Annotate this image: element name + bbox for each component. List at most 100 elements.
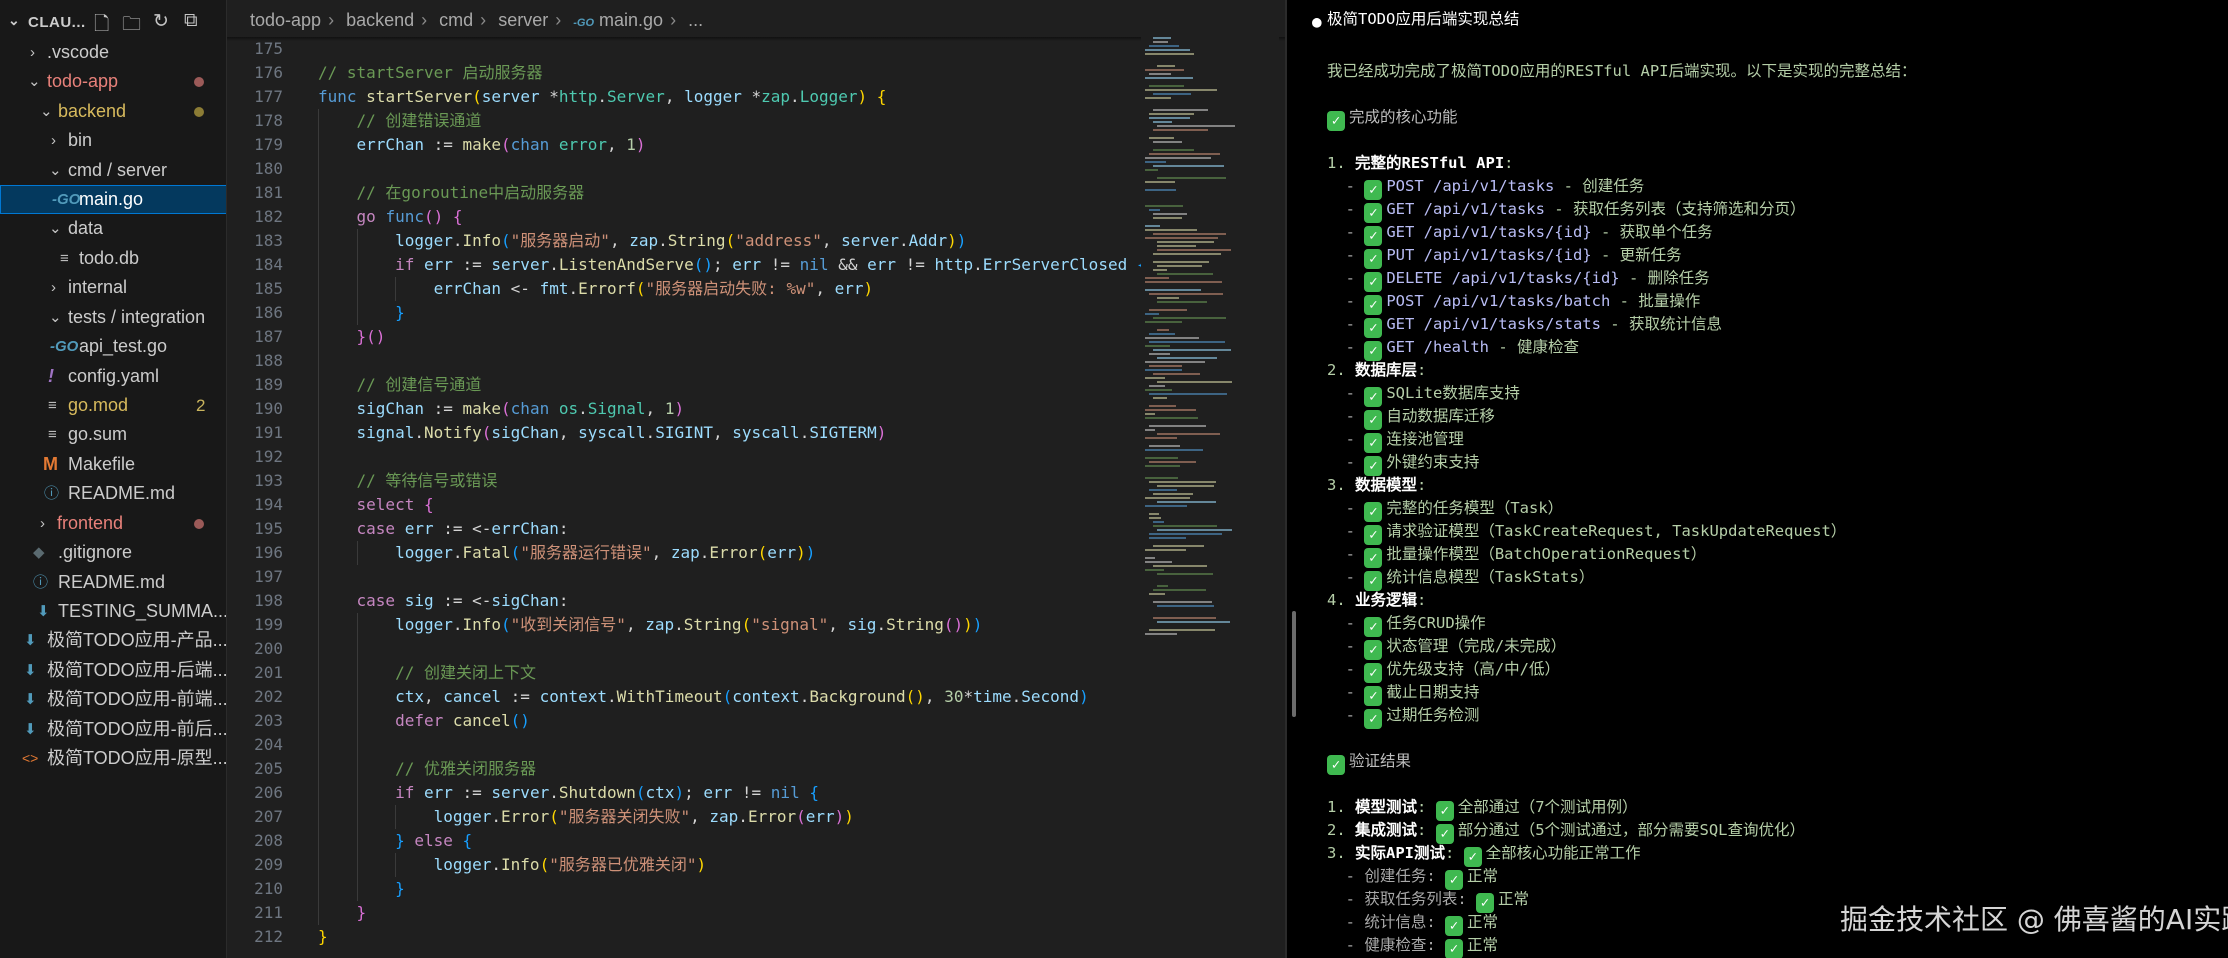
code-token: . bbox=[549, 783, 559, 802]
code-line[interactable]: errChan := make(chan error, 1) bbox=[318, 133, 646, 157]
tree-item-go-sum[interactable]: ≡ go.sum bbox=[0, 420, 226, 449]
tree-item-vscode[interactable]: › .vscode bbox=[0, 38, 226, 67]
minimap-line bbox=[1149, 445, 1180, 447]
code-line[interactable]: } bbox=[318, 901, 367, 925]
code-line[interactable]: logger.Info("收到关闭信号", zap.String("signal… bbox=[318, 613, 982, 637]
line-number: 175 bbox=[254, 39, 283, 58]
code-token: Error bbox=[709, 543, 758, 562]
refresh-icon[interactable]: ↻ bbox=[153, 10, 169, 33]
code-token: logger bbox=[395, 543, 453, 562]
breadcrumb-item[interactable]: server bbox=[498, 10, 548, 30]
code-line[interactable]: // 等待信号或错误 bbox=[318, 469, 498, 493]
code-line[interactable]: sigChan := make(chan os.Signal, 1) bbox=[318, 397, 685, 421]
code-line[interactable]: logger.Info("服务器已优雅关闭") bbox=[318, 853, 707, 877]
code-line[interactable]: logger.Info("服务器启动", zap.String("address… bbox=[318, 229, 966, 253]
code-token: cancel bbox=[452, 711, 511, 730]
code-line[interactable]: // 在goroutine中启动服务器 bbox=[318, 181, 585, 205]
code-line[interactable]: } bbox=[318, 925, 328, 949]
tree-item-internal[interactable]: › internal bbox=[0, 273, 226, 302]
code-line[interactable]: if err := server.Shutdown(ctx); err != n… bbox=[318, 781, 819, 805]
breadcrumb-item[interactable]: backend bbox=[346, 10, 414, 30]
breadcrumb-item[interactable]: main.go bbox=[599, 10, 663, 30]
tree-item-makefile[interactable]: M Makefile bbox=[0, 450, 226, 479]
terminal-text: 模型测试 bbox=[1355, 798, 1418, 816]
code-line[interactable]: select { bbox=[318, 493, 434, 517]
tree-item-todo-db[interactable]: ≡ todo.db bbox=[0, 244, 226, 273]
terminal-text: 完整的任务模型（Task） bbox=[1386, 499, 1564, 517]
code-line[interactable]: go func() { bbox=[318, 205, 463, 229]
tree-item-doc-backend[interactable]: ⬇ 极简TODO应用-后端... bbox=[0, 656, 226, 685]
tree-item-bin[interactable]: › bin bbox=[0, 126, 226, 155]
tree-item-doc-product[interactable]: ⬇ 极简TODO应用-产品... bbox=[0, 626, 226, 655]
tree-item-main-go[interactable]: -GO main.go bbox=[0, 185, 226, 214]
breadcrumb-item[interactable]: todo-app bbox=[250, 10, 321, 30]
tree-item-label: frontend bbox=[57, 513, 124, 533]
tree-item-cmd-server[interactable]: ⌄ cmd / server bbox=[0, 156, 226, 185]
code-line[interactable]: // 创建关闭上下文 bbox=[318, 661, 536, 685]
tree-item-testing-summary[interactable]: ⬇ TESTING_SUMMA... bbox=[0, 597, 226, 626]
terminal-text: 业务逻辑 bbox=[1355, 591, 1418, 609]
code-token: { bbox=[809, 783, 819, 802]
code-line[interactable]: // 创建错误通道 bbox=[318, 109, 482, 133]
code-line[interactable]: if err := server.ListenAndServe(); err !… bbox=[318, 253, 1146, 277]
code-token: Fatal bbox=[462, 543, 511, 562]
tree-item-gitignore[interactable]: ◆ .gitignore bbox=[0, 538, 226, 567]
tree-item-doc-fullstack[interactable]: ⬇ 极简TODO应用-前后... bbox=[0, 715, 226, 744]
code-line[interactable]: }() bbox=[318, 325, 386, 349]
code-line[interactable]: } else { bbox=[318, 829, 472, 853]
breadcrumb-item[interactable]: ... bbox=[688, 10, 703, 30]
collapse-all-icon[interactable]: ⧉ bbox=[184, 10, 198, 32]
code-line[interactable]: logger.Error("服务器关闭失败", zap.Error(err)) bbox=[318, 805, 854, 829]
chevron-down-icon[interactable]: ⌄ bbox=[8, 12, 20, 29]
minimap-line bbox=[1149, 45, 1179, 47]
tree-item-frontend[interactable]: › frontend bbox=[0, 509, 226, 538]
code-line[interactable]: case err := <-errChan: bbox=[318, 517, 569, 541]
tree-item-config-yaml[interactable]: ! config.yaml bbox=[0, 362, 226, 391]
chevron-right-icon: › bbox=[480, 10, 487, 30]
code-line[interactable]: errChan <- fmt.Errorf("服务器启动失败: %w", err… bbox=[318, 277, 874, 301]
code-line[interactable]: } bbox=[318, 877, 405, 901]
code-line[interactable]: case sig := <-sigChan: bbox=[318, 589, 569, 613]
tree-item-backend[interactable]: ⌄ backend bbox=[0, 97, 226, 126]
code-line[interactable]: signal.Notify(sigChan, syscall.SIGINT, s… bbox=[318, 421, 887, 445]
claude-terminal-panel[interactable]: ● 极简TODO应用后端实现总结 我已经成功完成了极简TODO应用的RESTfu… bbox=[1287, 0, 2228, 958]
code-token: // 创建信号通道 bbox=[356, 375, 482, 394]
tree-item-readme[interactable]: ⓘ README.md bbox=[0, 568, 226, 597]
tree-item-api-test-go[interactable]: -GO api_test.go bbox=[0, 332, 226, 361]
minimap-line bbox=[1149, 629, 1215, 631]
terminal-text: - bbox=[1327, 683, 1365, 701]
tree-item-data[interactable]: ⌄ data bbox=[0, 214, 226, 243]
code-line[interactable]: func startServer(server *http.Server, lo… bbox=[318, 85, 886, 109]
tree-item-doc-frontend[interactable]: ⬇ 极简TODO应用-前端... bbox=[0, 685, 226, 714]
info-icon: ⓘ bbox=[33, 574, 49, 591]
code-line[interactable]: } bbox=[318, 301, 405, 325]
scrollbar[interactable] bbox=[1292, 611, 1296, 717]
chevron-right-icon: › bbox=[670, 10, 677, 30]
tree-item-readme-backend[interactable]: ⓘ README.md bbox=[0, 479, 226, 508]
minimap-line bbox=[1149, 353, 1171, 355]
tree-item-todo-app[interactable]: ⌄ todo-app bbox=[0, 67, 226, 96]
workspace-title[interactable]: CLAU... bbox=[28, 14, 86, 31]
minimap-line bbox=[1153, 565, 1208, 567]
code-line[interactable]: // 优雅关闭服务器 bbox=[318, 757, 536, 781]
code-line[interactable]: // startServer 启动服务器 bbox=[318, 61, 543, 85]
tree-item-go-mod[interactable]: ≡ go.mod 2 bbox=[0, 391, 226, 420]
tree-item-tests-integration[interactable]: ⌄ tests / integration bbox=[0, 303, 226, 332]
code-line[interactable]: defer cancel() bbox=[318, 709, 530, 733]
breadcrumb-item[interactable]: cmd bbox=[439, 10, 473, 30]
code-line[interactable]: logger.Fatal("服务器运行错误", zap.Error(err)) bbox=[318, 541, 815, 565]
code-line[interactable]: // 创建信号通道 bbox=[318, 373, 482, 397]
tree-item-doc-prototype[interactable]: <> 极简TODO应用-原型... bbox=[0, 744, 226, 773]
minimap[interactable] bbox=[1141, 37, 1279, 958]
code-editor[interactable]: todo-app › backend › cmd › server › -GO main… bbox=[227, 0, 1286, 958]
minimap-line bbox=[1153, 269, 1167, 271]
terminal-text: - bbox=[1327, 660, 1365, 678]
code-line[interactable]: ctx, cancel := context.WithTimeout(conte… bbox=[318, 685, 1089, 709]
code-token: . bbox=[645, 423, 656, 442]
minimap-line bbox=[1153, 589, 1206, 591]
code-token: ) bbox=[876, 423, 887, 442]
line-number: 195 bbox=[254, 519, 283, 538]
